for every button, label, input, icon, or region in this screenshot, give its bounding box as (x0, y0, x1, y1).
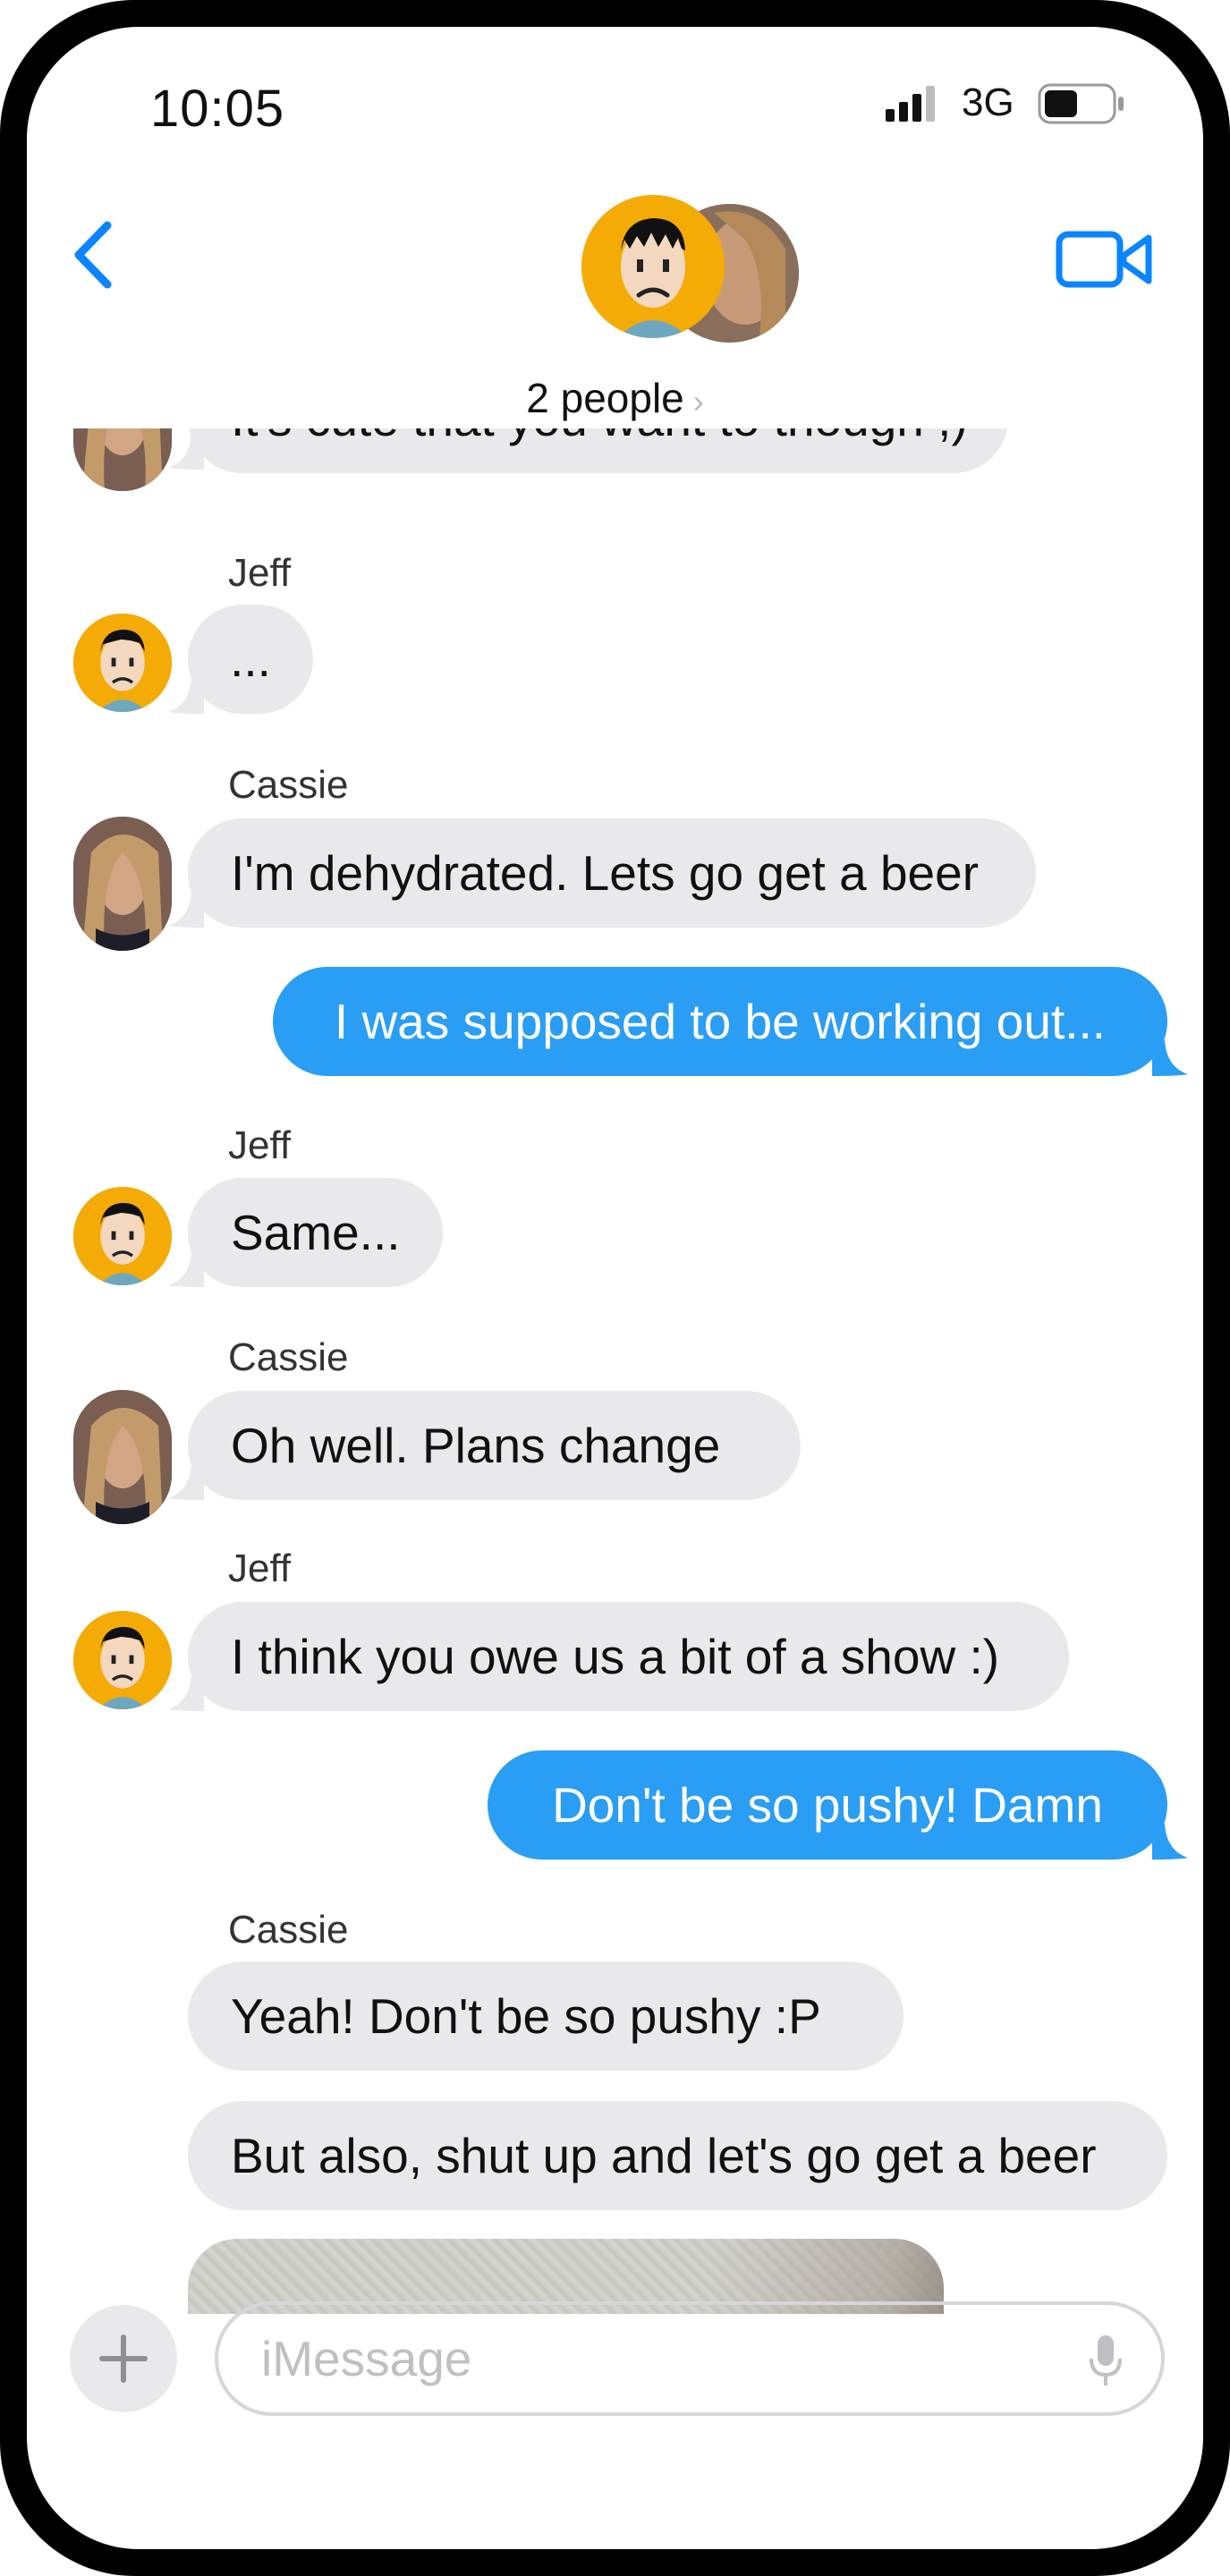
microphone-icon[interactable] (1088, 2334, 1124, 2387)
incoming-message[interactable]: But also, shut up and let's go get a bee… (188, 2101, 1167, 2210)
incoming-message[interactable]: ... (188, 605, 313, 714)
incoming-message[interactable]: I'm dehydrated. Lets go get a beer (188, 818, 1036, 928)
sender-name: Jeff (228, 1123, 292, 1167)
video-camera-icon[interactable] (1056, 224, 1154, 295)
message-input[interactable]: iMessage (215, 2301, 1165, 2416)
jeff-avatar (73, 614, 172, 712)
message-text: Oh well. Plans change (231, 1418, 721, 1473)
outgoing-message[interactable]: I was supposed to be working out... (273, 967, 1167, 1076)
message-input-placeholder: iMessage (261, 2331, 472, 2386)
sender-name: Cassie (228, 1908, 349, 1952)
message-text: Yeah! Don't be so pushy :P (231, 1988, 821, 2044)
sender-name: Cassie (228, 763, 349, 807)
bubble-tail (1152, 1040, 1188, 1076)
participants-count: 2 people (526, 375, 684, 421)
bubble-tail (168, 1464, 204, 1500)
bubble-tail (168, 892, 204, 928)
incoming-message[interactable]: Yeah! Don't be so pushy :P (188, 1962, 903, 2071)
incoming-message[interactable]: Same... (188, 1178, 443, 1287)
status-time: 10:05 (150, 80, 285, 138)
battery-icon (1038, 83, 1124, 124)
message-text: I'm dehydrated. Lets go get a beer (231, 845, 980, 901)
outgoing-message[interactable]: Don't be so pushy! Damn (488, 1750, 1167, 1860)
bubble-tail (168, 434, 204, 470)
bubble-tail (1152, 1824, 1188, 1860)
bubble-tail (168, 1251, 204, 1287)
incoming-message[interactable]: Oh well. Plans change (188, 1391, 801, 1500)
signal-bars-icon (886, 86, 935, 122)
message-text: Don't be so pushy! Damn (552, 1777, 1103, 1833)
bubble-tail (168, 1675, 204, 1711)
jeff-avatar (73, 1187, 172, 1285)
cassie-avatar (73, 428, 172, 491)
bubble-tail (168, 678, 204, 714)
incoming-message[interactable]: I think you owe us a bit of a show :) (188, 1602, 1069, 1711)
network-type: 3G (962, 80, 1014, 124)
participants-label[interactable]: 2 people › (27, 374, 1203, 422)
message-text: ... (230, 631, 271, 687)
message-text: I think you owe us a bit of a show :) (231, 1629, 1000, 1684)
jeff-avatar (73, 1611, 172, 1709)
sender-name: Cassie (228, 1335, 349, 1379)
screen: 10:05 3G 2 people › Jeff ... Cassie I'm … (27, 27, 1203, 2549)
message-text: Same... (231, 1205, 401, 1260)
message-list[interactable]: It's cute that you want to though ;) Jef… (27, 428, 1203, 2314)
sender-name: Jeff (228, 1546, 292, 1590)
cassie-avatar (73, 1390, 172, 1524)
message-text: It's cute that you want to though ;) (231, 428, 968, 446)
phone-frame: 10:05 3G 2 people › Jeff ... Cassie I'm … (0, 0, 1230, 2576)
chevron-right-icon: › (692, 383, 704, 419)
message-text: I was supposed to be working out... (334, 994, 1107, 1049)
group-avatars[interactable] (581, 195, 814, 347)
jeff-avatar (581, 195, 725, 338)
cassie-avatar (73, 817, 172, 951)
add-icon (99, 2334, 148, 2383)
sender-name: Jeff (228, 551, 292, 595)
incoming-message[interactable]: It's cute that you want to though ;) (188, 428, 1008, 473)
back-chevron-icon[interactable] (66, 215, 120, 295)
message-text: But also, shut up and let's go get a bee… (231, 2128, 1097, 2183)
add-button[interactable] (70, 2305, 177, 2412)
